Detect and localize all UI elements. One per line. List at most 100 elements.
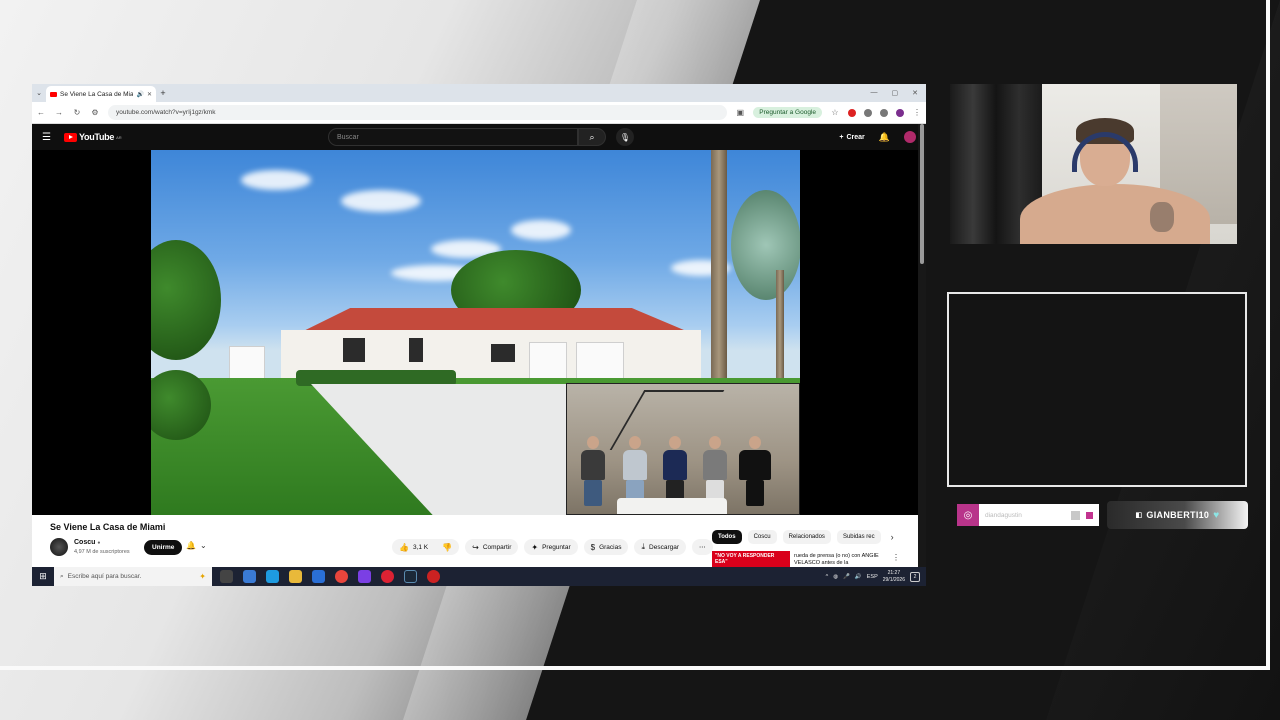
scrollbar-thumb[interactable] xyxy=(920,124,924,264)
palm-fronds xyxy=(731,190,800,300)
search-input[interactable]: Buscar xyxy=(328,128,578,146)
close-window-icon[interactable]: ✕ xyxy=(912,89,918,97)
copilot-icon[interactable] xyxy=(243,570,256,583)
tab-bar: ⌄ Se Viene La Casa de Miami 🔊 ✕ + — ▢ ✕ xyxy=(32,84,926,102)
new-tab-icon[interactable]: + xyxy=(156,88,170,98)
subscription-bell-button[interactable]: 🔔 ⌄ xyxy=(186,541,207,550)
recommended-more-icon[interactable]: ⋮ xyxy=(892,553,900,562)
hamburger-menu-icon[interactable]: ☰ xyxy=(42,132,56,143)
forward-icon[interactable]: → xyxy=(54,108,64,117)
taskbar-clock[interactable]: 21:27 29/1/2026 xyxy=(883,570,905,584)
recommended-title[interactable]: rueda de prensa (o no) con ANGIE VELASCO… xyxy=(794,553,886,567)
youtube-play-icon xyxy=(64,132,77,142)
garage-door xyxy=(576,342,624,382)
site-info-icon[interactable]: ⚙ xyxy=(90,108,100,117)
palm-trunk xyxy=(776,270,784,390)
recording-app-icon[interactable] xyxy=(427,570,440,583)
browser-menu-icon[interactable]: ⋮ xyxy=(912,108,922,117)
notifications-bell-icon[interactable]: 🔔 xyxy=(879,132,890,143)
speaker-icon[interactable]: 🔊 xyxy=(136,91,143,98)
house-window xyxy=(491,344,515,362)
create-button[interactable]: + Crear xyxy=(839,134,864,141)
person xyxy=(663,436,687,506)
house-window xyxy=(343,338,365,362)
chrome-icon[interactable] xyxy=(335,570,348,583)
language-indicator[interactable]: ESP xyxy=(867,574,878,580)
country-code: AR xyxy=(116,134,122,140)
sidebar-icon[interactable] xyxy=(880,108,888,117)
back-icon[interactable]: ← xyxy=(36,108,46,117)
network-icon[interactable]: ◍ xyxy=(833,574,838,580)
volume-icon[interactable]: 🔊 xyxy=(855,574,862,580)
mail-icon[interactable] xyxy=(312,570,325,583)
youtube-header: ☰ YouTube AR Buscar ⌕ 🎙 + Crear 🔔 xyxy=(32,124,926,150)
tab-youtube[interactable]: Se Viene La Casa de Miami 🔊 ✕ xyxy=(46,86,156,102)
chip-related[interactable]: Relacionados xyxy=(782,530,831,544)
taskbar-apps xyxy=(212,570,440,583)
like-button[interactable]: 👍 3,1 K 👎 xyxy=(392,539,460,555)
clock-time: 21:27 xyxy=(887,569,901,576)
maximize-icon[interactable]: ▢ xyxy=(892,89,899,97)
tab-list-icon[interactable]: ⌄ xyxy=(32,89,46,97)
more-actions-button[interactable]: ⋯ xyxy=(692,539,713,555)
notification-center-icon[interactable]: 2 xyxy=(910,571,920,582)
person xyxy=(581,436,605,506)
opera-extension-icon[interactable] xyxy=(848,108,856,117)
video-info-section: Se Viene La Casa de Miami Coscu ● 4,97 M … xyxy=(32,515,926,567)
windows-start-icon[interactable]: ⊞ xyxy=(32,571,54,582)
chevron-down-icon: ⌄ xyxy=(199,541,207,550)
minimize-icon[interactable]: — xyxy=(871,89,878,97)
twitch-icon: ◧ xyxy=(1135,512,1143,519)
video-frame[interactable] xyxy=(151,150,800,515)
chip-recent-uploads[interactable]: Subidas rec xyxy=(836,530,881,544)
account-avatar[interactable] xyxy=(904,131,916,143)
profile-avatar-icon[interactable] xyxy=(896,108,904,117)
reaction-camera-overlay xyxy=(566,383,800,515)
video-player[interactable] xyxy=(32,150,918,515)
extensions-icon[interactable] xyxy=(864,108,872,117)
window-controls: — ▢ ✕ xyxy=(871,89,927,97)
taskbar-search-input[interactable]: ⌕ Escribe aquí para buscar. ✦ xyxy=(54,567,212,586)
edge-icon[interactable] xyxy=(266,570,279,583)
white-gate xyxy=(229,346,265,382)
thanks-button[interactable]: $ Gracias xyxy=(583,539,629,555)
channel-avatar[interactable] xyxy=(50,538,68,556)
download-button[interactable]: ⤓ Descargar xyxy=(634,539,687,555)
search-button[interactable]: ⌕ xyxy=(578,128,606,146)
ask-label: Preguntar xyxy=(542,543,571,551)
bookmark-star-icon[interactable]: ☆ xyxy=(830,108,840,117)
ask-button[interactable]: ✦ Preguntar xyxy=(524,539,578,555)
page-scrollbar[interactable] xyxy=(918,124,926,567)
url-field[interactable]: youtube.com/watch?v=yrIj1gz/kmk xyxy=(108,105,728,120)
voice-search-button[interactable]: 🎙 xyxy=(616,128,634,146)
ask-google-button[interactable]: Preguntar a Google xyxy=(753,107,822,118)
search-highlight-icon: ✦ xyxy=(199,572,206,581)
youtube-logo[interactable]: YouTube AR xyxy=(64,132,122,142)
chip-coscu[interactable]: Coscu xyxy=(747,530,777,544)
share-button[interactable]: ↪ Compartir xyxy=(465,539,519,555)
tray-chevron-icon[interactable]: ^ xyxy=(826,574,829,580)
instagram-icon: ◎ xyxy=(957,504,979,526)
channel-name[interactable]: Coscu ● xyxy=(74,539,100,546)
thumbs-down-icon[interactable]: 👎 xyxy=(442,543,452,552)
reload-icon[interactable]: ↻ xyxy=(72,108,82,117)
video-title: Se Viene La Casa de Miami xyxy=(50,522,166,532)
task-view-icon[interactable] xyxy=(220,570,233,583)
clock-date: 29/1/2026 xyxy=(882,576,905,583)
twitch-badge: ◧ GIANBERTI10 ♥ xyxy=(1107,501,1248,529)
join-button[interactable]: Unirme xyxy=(144,540,183,555)
file-explorer-icon[interactable] xyxy=(289,570,302,583)
cast-icon[interactable]: ▣ xyxy=(735,108,745,117)
person xyxy=(703,436,727,506)
thanks-label: Gracias xyxy=(599,543,622,551)
obs-icon[interactable] xyxy=(358,570,371,583)
opera-icon[interactable] xyxy=(381,570,394,583)
microphone-tray-icon[interactable]: 🎤 xyxy=(843,574,850,580)
twitch-name: GIANBERTI10 xyxy=(1146,510,1210,520)
recommended-thumbnail[interactable]: "NO VOY A RESPONDER ESA" xyxy=(712,551,790,567)
share-icon: ↪ xyxy=(472,542,479,552)
chevron-right-icon[interactable]: › xyxy=(891,532,894,542)
chip-all[interactable]: Todos xyxy=(712,530,742,544)
steam-icon[interactable] xyxy=(404,570,417,583)
close-tab-icon[interactable]: ✕ xyxy=(147,91,152,98)
